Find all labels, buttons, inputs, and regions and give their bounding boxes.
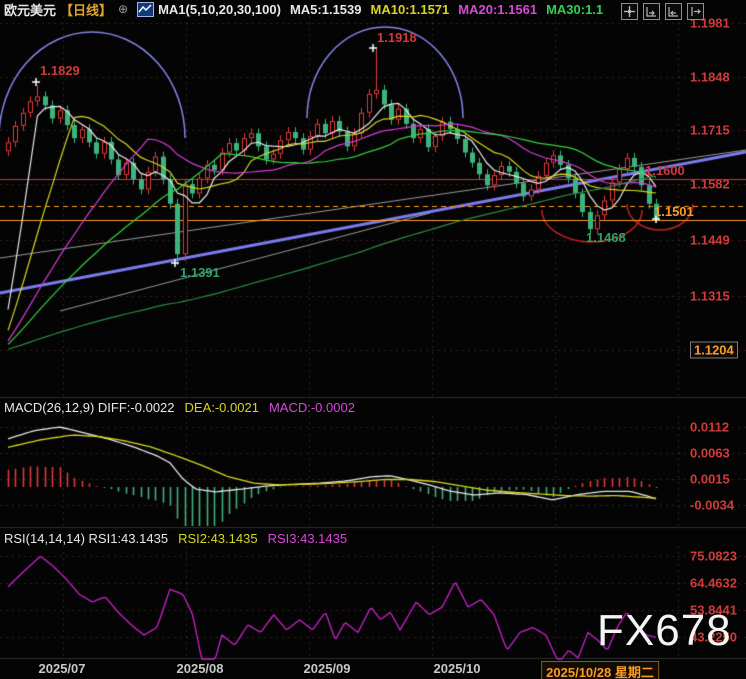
ma10-value: MA10:1.1571 xyxy=(371,2,450,17)
time-axis[interactable]: 2025/07 2025/08 2025/09 2025/10 2025/10/28 星… xyxy=(0,659,746,679)
price-chart-canvas[interactable] xyxy=(0,0,746,679)
rsi-header: RSI(14,14,14) RSI1:43.1435 RSI2:43.1435 … xyxy=(4,531,347,546)
rsi1-value: RSI(14,14,14) RSI1:43.1435 xyxy=(4,531,168,546)
ma5-value: MA5:1.1539 xyxy=(290,2,362,17)
macd-axis-tick: 0.0063 xyxy=(690,446,730,461)
macd-diff-value: MACD(26,12,9) DIFF:-0.0022 xyxy=(4,400,175,415)
price-annotation: 1.1468 xyxy=(586,230,626,245)
time-axis-label: 2025/10 xyxy=(434,661,481,676)
rsi3-value: RSI3:43.1435 xyxy=(268,531,348,546)
price-axis-tick: 1.1315 xyxy=(690,289,730,304)
rsi-axis-tick: 75.0823 xyxy=(690,549,737,564)
zoom-in-x-icon[interactable] xyxy=(643,3,660,20)
time-axis-label: 2025/07 xyxy=(39,661,86,676)
price-axis-tick: 1.1582 xyxy=(690,177,730,192)
price-annotation: 1.1829 xyxy=(40,63,80,78)
price-axis-tick: 1.1204 xyxy=(690,342,738,359)
candlestick-chart-icon[interactable] xyxy=(137,2,154,17)
macd-header: MACD(26,12,9) DIFF:-0.0022 DEA:-0.0021 M… xyxy=(4,400,355,415)
rsi2-value: RSI2:43.1435 xyxy=(178,531,258,546)
zoom-out-x-icon[interactable] xyxy=(665,3,682,20)
trading-chart-app: 欧元美元 【日线】 ⊕ MA1(5,10,20,30,100) MA5:1.15… xyxy=(0,0,746,679)
macd-axis-tick: -0.0034 xyxy=(690,498,734,513)
macd-axis-tick: 0.0112 xyxy=(690,420,729,435)
fx678-watermark: FX678 xyxy=(597,606,732,656)
macd-axis-tick: 0.0015 xyxy=(690,472,730,487)
macd-dea-value: DEA:-0.0021 xyxy=(185,400,259,415)
go-to-latest-icon[interactable] xyxy=(687,3,704,20)
chart-header: 欧元美元 【日线】 ⊕ MA1(5,10,20,30,100) MA5:1.15… xyxy=(4,1,603,17)
macd-bar-value: MACD:-0.0002 xyxy=(269,400,355,415)
ma-settings-label: MA1(5,10,20,30,100) xyxy=(158,2,281,17)
pan-move-icon[interactable] xyxy=(621,3,638,20)
selected-date-label: 2025/10/28 星期二 xyxy=(541,661,659,679)
price-axis-tick: 1.1449 xyxy=(690,233,730,248)
price-annotation: 1.1918 xyxy=(377,30,417,45)
expand-icon[interactable]: ⊕ xyxy=(118,2,128,16)
ma30-value: MA30:1.1 xyxy=(546,2,603,17)
price-annotation: 1.1391 xyxy=(180,265,220,280)
ma20-value: MA20:1.1561 xyxy=(458,2,537,17)
price-axis-tick: 1.1715 xyxy=(690,123,730,138)
timeframe-label[interactable]: 【日线】 xyxy=(60,0,112,19)
price-annotation: 1.1501 xyxy=(654,204,694,219)
price-annotation: 1.1600 xyxy=(645,163,685,178)
price-axis-tick: 1.1848 xyxy=(690,70,730,85)
rsi-axis-tick: 64.4632 xyxy=(690,576,737,591)
time-axis-label: 2025/08 xyxy=(177,661,224,676)
time-axis-label: 2025/09 xyxy=(304,661,351,676)
symbol-name: 欧元美元 xyxy=(4,0,56,19)
chart-toolbar xyxy=(621,3,704,20)
